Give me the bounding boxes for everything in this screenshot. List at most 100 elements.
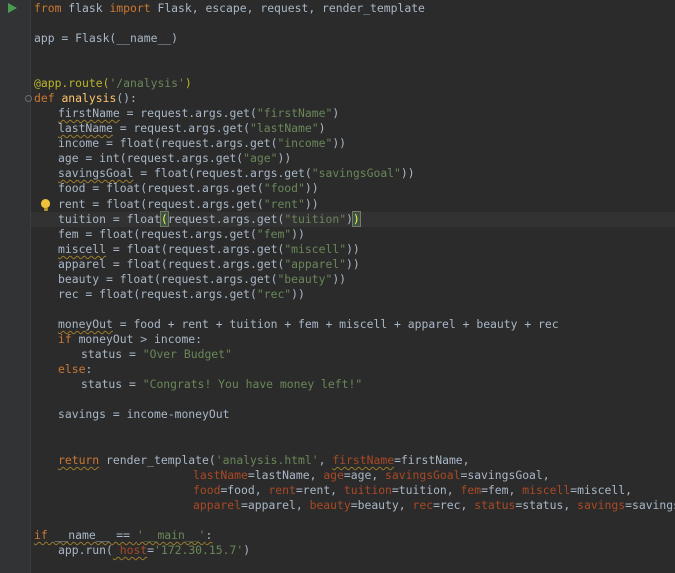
code-token: Flask, escape, request, render_template (150, 1, 425, 15)
code-token: food (193, 483, 221, 497)
code-token: render_template( (99, 453, 216, 467)
code-token: : (85, 362, 93, 376)
code-token: if (34, 528, 48, 542)
code-token: savingsGoal (385, 468, 461, 482)
code-token: )) (400, 166, 415, 180)
code-line: age = int(request.args.get("age")) (58, 151, 291, 166)
code-token: rent = float(request.args.get( (58, 197, 264, 211)
code-token: food = float(request.args.get( (58, 181, 264, 195)
code-line: from flask import Flask, escape, request… (34, 1, 425, 16)
fold-icon[interactable] (25, 95, 32, 102)
code-token: '__main__' (136, 528, 206, 542)
code-token: age = int(request.args.get( (58, 151, 244, 165)
code-line: food = float(request.args.get("food")) (58, 181, 319, 196)
code-token: =miscell, (570, 483, 632, 497)
code-line: return render_template('analysis.html', … (58, 453, 470, 468)
code-token: fem (460, 483, 482, 497)
code-token: if (58, 332, 72, 346)
code-token: savings (577, 498, 626, 512)
code-line: lastName = request.args.get("lastName") (58, 121, 325, 136)
code-token: : (205, 528, 213, 542)
lightbulb-icon[interactable] (41, 199, 50, 211)
code-token: "Congrats! You have money left!" (142, 377, 363, 391)
code-token: rec (412, 498, 434, 512)
code-token: = float(request.args.get( (133, 166, 312, 180)
code-token: rec = float(request.args.get( (58, 287, 257, 301)
code-token: import (109, 1, 151, 15)
code-token: =rec, (433, 498, 475, 512)
code-token: ( (159, 211, 169, 227)
code-line: def analysis(): (34, 91, 137, 106)
code-token: @app.route( (34, 76, 110, 90)
code-token: lastName (58, 121, 113, 135)
code-line: rent = float(request.args.get("rent")) (58, 197, 319, 212)
code-token: ) (243, 543, 251, 557)
code-token: status = (81, 377, 143, 391)
code-token: =savingsGoal, (460, 468, 550, 482)
code-token: '/analysis' (109, 76, 185, 90)
code-line: savings = income-moneyOut (58, 407, 229, 422)
code-line: apparel = float(request.args.get("appare… (58, 257, 360, 272)
run-icon[interactable] (8, 3, 17, 13)
code-token: ) (332, 106, 340, 120)
code-token: income = float(request.args.get( (58, 136, 278, 150)
code-token: apparel (193, 498, 242, 512)
code-token: "lastName" (250, 121, 319, 135)
code-token: age (323, 468, 344, 482)
code-token: status (474, 498, 516, 512)
code-token: "savingsGoal" (311, 166, 401, 180)
code-line: if moneyOut > income: (58, 332, 202, 347)
code-line: app = Flask(__name__) (34, 31, 178, 46)
code-token: app.run( (58, 543, 113, 557)
code-token: = request.args.get( (119, 106, 257, 120)
code-token: firstName (332, 453, 395, 467)
code-token: from (34, 1, 62, 15)
code-token: =fem, (481, 483, 523, 497)
code-token: "beauty" (277, 272, 333, 286)
code-token: "food" (263, 181, 305, 195)
code-token: =apparel, (241, 498, 310, 512)
editor-gutter[interactable] (0, 0, 30, 573)
code-token: =food, (220, 483, 269, 497)
code-token: =beauty, (350, 498, 413, 512)
code-token: request.args.get( (167, 212, 285, 226)
code-line: status = "Over Budget" (81, 347, 232, 362)
code-token: def (34, 91, 55, 105)
code-token: "Over Budget" (142, 347, 232, 361)
code-token: "rec" (256, 287, 292, 301)
code-token: savings = income-moneyOut (58, 407, 230, 421)
code-line: income = float(request.args.get("income"… (58, 136, 346, 151)
code-line: status = "Congrats! You have money left!… (81, 377, 362, 392)
code-token: =age, (343, 468, 386, 482)
code-token: host (112, 543, 148, 557)
code-token: =lastName, (247, 468, 324, 482)
code-line: app.run( host='172.30.15.7') (58, 543, 250, 558)
code-token: )) (304, 181, 319, 195)
code-line: food=food, rent=rent, tuition=tuition, f… (193, 483, 632, 498)
code-token: lastName (193, 468, 248, 482)
code-token: beauty = float(request.args.get( (58, 272, 278, 286)
code-token: ) (318, 121, 326, 135)
code-token: apparel = float(request.args.get( (58, 257, 285, 271)
code-token: app = Flask(__name__) (34, 31, 179, 45)
code-editor[interactable]: from flask import Flask, escape, request… (0, 0, 675, 573)
code-token: 'analysis.html' (215, 453, 319, 467)
code-token: ) (346, 212, 353, 226)
code-token: savingsGoal (58, 166, 134, 180)
code-token: "rent" (263, 197, 305, 211)
code-token: else (58, 362, 86, 376)
code-token: '172.30.15.7' (154, 543, 244, 557)
code-token: )) (277, 151, 292, 165)
code-token: "apparel" (284, 257, 347, 271)
code-line: miscell = float(request.args.get("miscel… (58, 242, 360, 257)
code-line: firstName = request.args.get("firstName"… (58, 106, 339, 121)
code-token: (): (116, 91, 137, 105)
code-token: firstName (58, 106, 120, 120)
code-token: )) (332, 136, 347, 150)
code-token: analysis (61, 91, 117, 105)
code-token: tuition (343, 483, 392, 497)
code-token: )) (346, 242, 360, 256)
code-token: = food + rent + tuition + fem + miscell … (112, 317, 559, 331)
code-token: flask (61, 1, 110, 15)
gutter-divider (30, 0, 31, 573)
